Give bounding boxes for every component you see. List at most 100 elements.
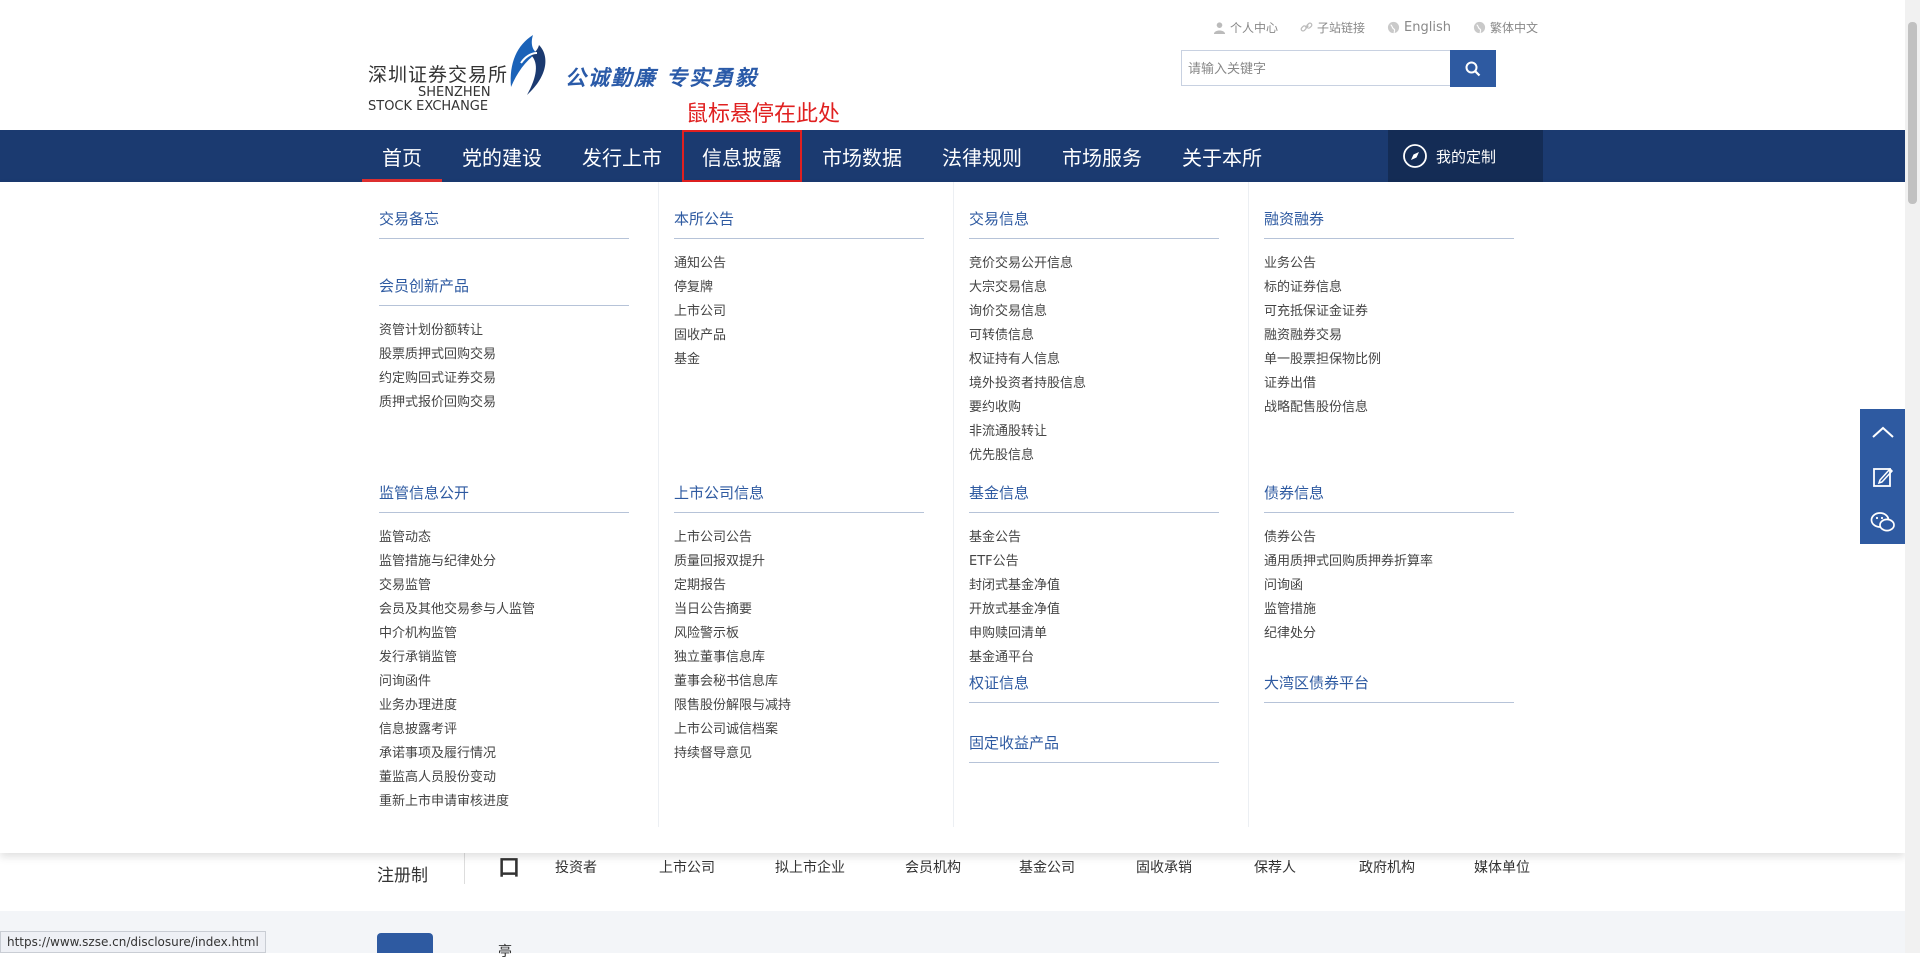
menu-link[interactable]: 纪律处分 [1264,622,1514,646]
menu-link[interactable]: ETF公告 [969,550,1219,574]
menu-link[interactable]: 独立董事信息库 [674,646,924,670]
nav-item-services[interactable]: 市场服务 [1042,130,1162,182]
menu-link[interactable]: 发行承销监管 [379,646,629,670]
menu-link[interactable]: 可转债信息 [969,324,1219,348]
menu-link[interactable]: 境外投资者持股信息 [969,372,1219,396]
menu-link[interactable]: 基金通平台 [969,646,1219,670]
nav-item-market-data[interactable]: 市场数据 [802,130,922,182]
menu-link[interactable]: 约定购回式证券交易 [379,367,629,391]
registration-label[interactable]: 注册制 [377,861,428,886]
menu-link[interactable]: 监管措施 [1264,598,1514,622]
menu-section-title[interactable]: 会员创新产品 [379,275,629,306]
menu-link[interactable]: 监管措施与纪律处分 [379,550,629,574]
category-link[interactable]: 政府机构 [1359,857,1474,877]
menu-link[interactable]: 要约收购 [969,396,1219,420]
category-link[interactable]: 上市公司 [659,857,775,877]
menu-link[interactable]: 开放式基金净值 [969,598,1219,622]
menu-link[interactable]: 非流通股转让 [969,420,1219,444]
feedback-button[interactable] [1860,454,1905,499]
menu-link[interactable]: 承诺事项及履行情况 [379,742,629,766]
scrollbar-thumb[interactable] [1908,22,1917,204]
menu-link[interactable]: 业务办理进度 [379,694,629,718]
search-button[interactable] [1450,50,1496,87]
menu-link[interactable]: 申购赎回清单 [969,622,1219,646]
back-to-top-button[interactable] [1860,409,1905,454]
menu-link[interactable]: 债券公告 [1264,526,1514,550]
nav-item-listing[interactable]: 发行上市 [562,130,682,182]
menu-link[interactable]: 大宗交易信息 [969,276,1219,300]
menu-link[interactable]: 询价交易信息 [969,300,1219,324]
nav-item-home[interactable]: 首页 [362,130,442,182]
menu-link[interactable]: 通知公告 [674,252,924,276]
menu-link[interactable]: 资管计划份额转让 [379,319,629,343]
menu-section-title[interactable]: 交易备忘 [379,208,629,239]
category-link[interactable]: 投资者 [555,857,659,877]
bottom-search-button[interactable] [377,933,433,953]
menu-link[interactable]: 标的证券信息 [1264,276,1514,300]
menu-link[interactable]: 交易监管 [379,574,629,598]
menu-link[interactable]: 董事会秘书信息库 [674,670,924,694]
top-link-traditional[interactable]: 繁体中文 [1473,19,1538,36]
menu-link[interactable]: 会员及其他交易参与人监管 [379,598,629,622]
menu-link[interactable]: 风险警示板 [674,622,924,646]
menu-link[interactable]: 战略配售股份信息 [1264,396,1514,420]
menu-link[interactable]: 通用质押式回购质押券折算率 [1264,550,1514,574]
menu-link[interactable]: 质量回报双提升 [674,550,924,574]
menu-link[interactable]: 竞价交易公开信息 [969,252,1219,276]
nav-item-party[interactable]: 党的建设 [442,130,562,182]
menu-link[interactable]: 基金公告 [969,526,1219,550]
category-link[interactable]: 保荐人 [1254,857,1359,877]
category-link[interactable]: 拟上市企业 [775,857,905,877]
menu-link[interactable]: 基金 [674,348,924,372]
menu-link[interactable]: 董监高人员股份变动 [379,766,629,790]
menu-link[interactable]: 持续督导意见 [674,742,924,766]
logo-cn-text[interactable]: 深圳证券交易所 [368,60,508,87]
menu-link[interactable]: 问询函件 [379,670,629,694]
menu-link[interactable]: 质押式报价回购交易 [379,391,629,415]
menu-link[interactable]: 证券出借 [1264,372,1514,396]
menu-link[interactable]: 优先股信息 [969,444,1219,468]
logo-en-text-2[interactable]: STOCK EXCHANGE [368,99,488,114]
menu-section-title[interactable]: 固定收益产品 [969,732,1219,763]
nav-item-disclosure[interactable]: 信息披露 [682,130,802,182]
wechat-button[interactable] [1860,499,1905,544]
menu-link[interactable]: 融资融券交易 [1264,324,1514,348]
szse-logo-icon[interactable] [503,33,553,97]
nav-item-about[interactable]: 关于本所 [1162,130,1282,182]
top-link-personal[interactable]: 个人中心 [1213,19,1278,36]
menu-section-title[interactable]: 权证信息 [969,672,1219,703]
menu-link[interactable]: 定期报告 [674,574,924,598]
menu-link[interactable]: 中介机构监管 [379,622,629,646]
menu-link[interactable]: 单一股票担保物比例 [1264,348,1514,372]
menu-link[interactable]: 限售股份解限与减持 [674,694,924,718]
category-link[interactable]: 媒体单位 [1474,857,1530,877]
nav-item-rules[interactable]: 法律规则 [922,130,1042,182]
top-link-subsites[interactable]: 子站链接 [1300,19,1365,36]
menu-link[interactable]: 业务公告 [1264,252,1514,276]
logo-en-text-1[interactable]: SHENZHEN [418,85,491,100]
menu-section-title[interactable]: 上市公司信息 [674,482,924,513]
menu-link[interactable]: 上市公司诚信档案 [674,718,924,742]
menu-link[interactable]: 停复牌 [674,276,924,300]
menu-link[interactable]: 问询函 [1264,574,1514,598]
menu-link[interactable]: 信息披露考评 [379,718,629,742]
menu-link[interactable]: 重新上市申请审核进度 [379,790,629,814]
menu-link[interactable]: 上市公司 [674,300,924,324]
menu-link[interactable]: 上市公司公告 [674,526,924,550]
category-link[interactable]: 会员机构 [905,857,1019,877]
menu-link[interactable]: 可充抵保证金证券 [1264,300,1514,324]
menu-section-title[interactable]: 大湾区债券平台 [1264,672,1514,703]
top-link-english[interactable]: English [1387,19,1451,36]
menu-link[interactable]: 监管动态 [379,526,629,550]
menu-section-title[interactable]: 本所公告 [674,208,924,239]
category-link[interactable]: 固收承销 [1136,857,1254,877]
menu-link[interactable]: 股票质押式回购交易 [379,343,629,367]
search-input[interactable] [1182,51,1450,85]
menu-section-title[interactable]: 基金信息 [969,482,1219,513]
menu-section-title[interactable]: 交易信息 [969,208,1219,239]
menu-link[interactable]: 当日公告摘要 [674,598,924,622]
my-custom-button[interactable]: 我的定制 [1388,130,1543,182]
menu-section-title[interactable]: 债券信息 [1264,482,1514,513]
menu-section-title[interactable]: 监管信息公开 [379,482,629,513]
menu-link[interactable]: 权证持有人信息 [969,348,1219,372]
